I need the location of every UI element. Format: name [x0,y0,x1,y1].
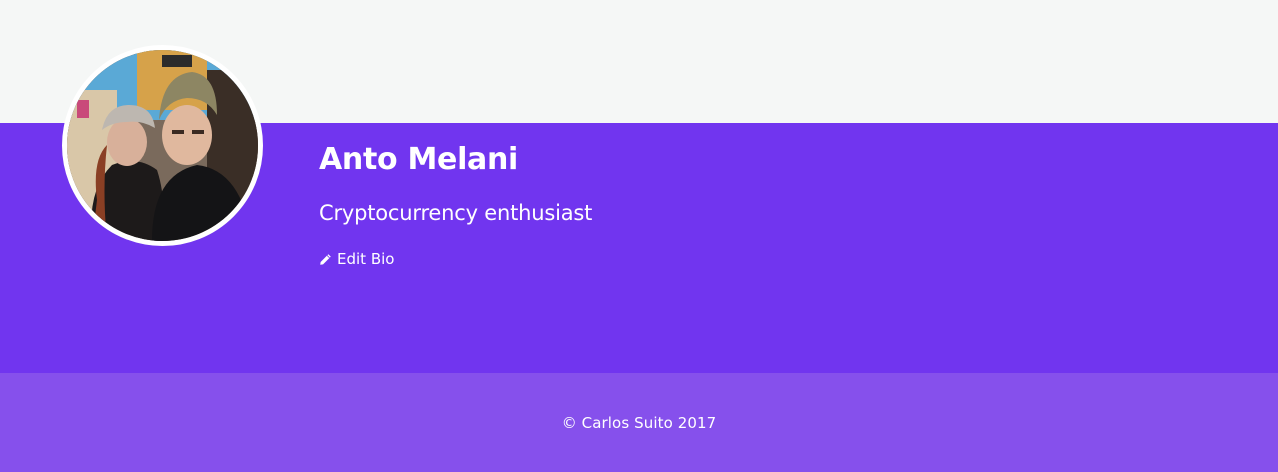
profile-bio: Cryptocurrency enthusiast [319,201,593,225]
footer-copyright: © Carlos Suito 2017 [561,413,717,432]
edit-bio-link[interactable]: Edit Bio [319,250,394,268]
avatar [62,45,263,246]
pencil-icon [319,253,332,266]
profile-name: Anto Melani [319,142,519,177]
footer: © Carlos Suito 2017 [0,373,1278,472]
edit-bio-label: Edit Bio [337,250,395,268]
avatar-photo [67,50,258,241]
profile-page: Anto Melani Cryptocurrency enthusiast Ed… [0,0,1278,472]
